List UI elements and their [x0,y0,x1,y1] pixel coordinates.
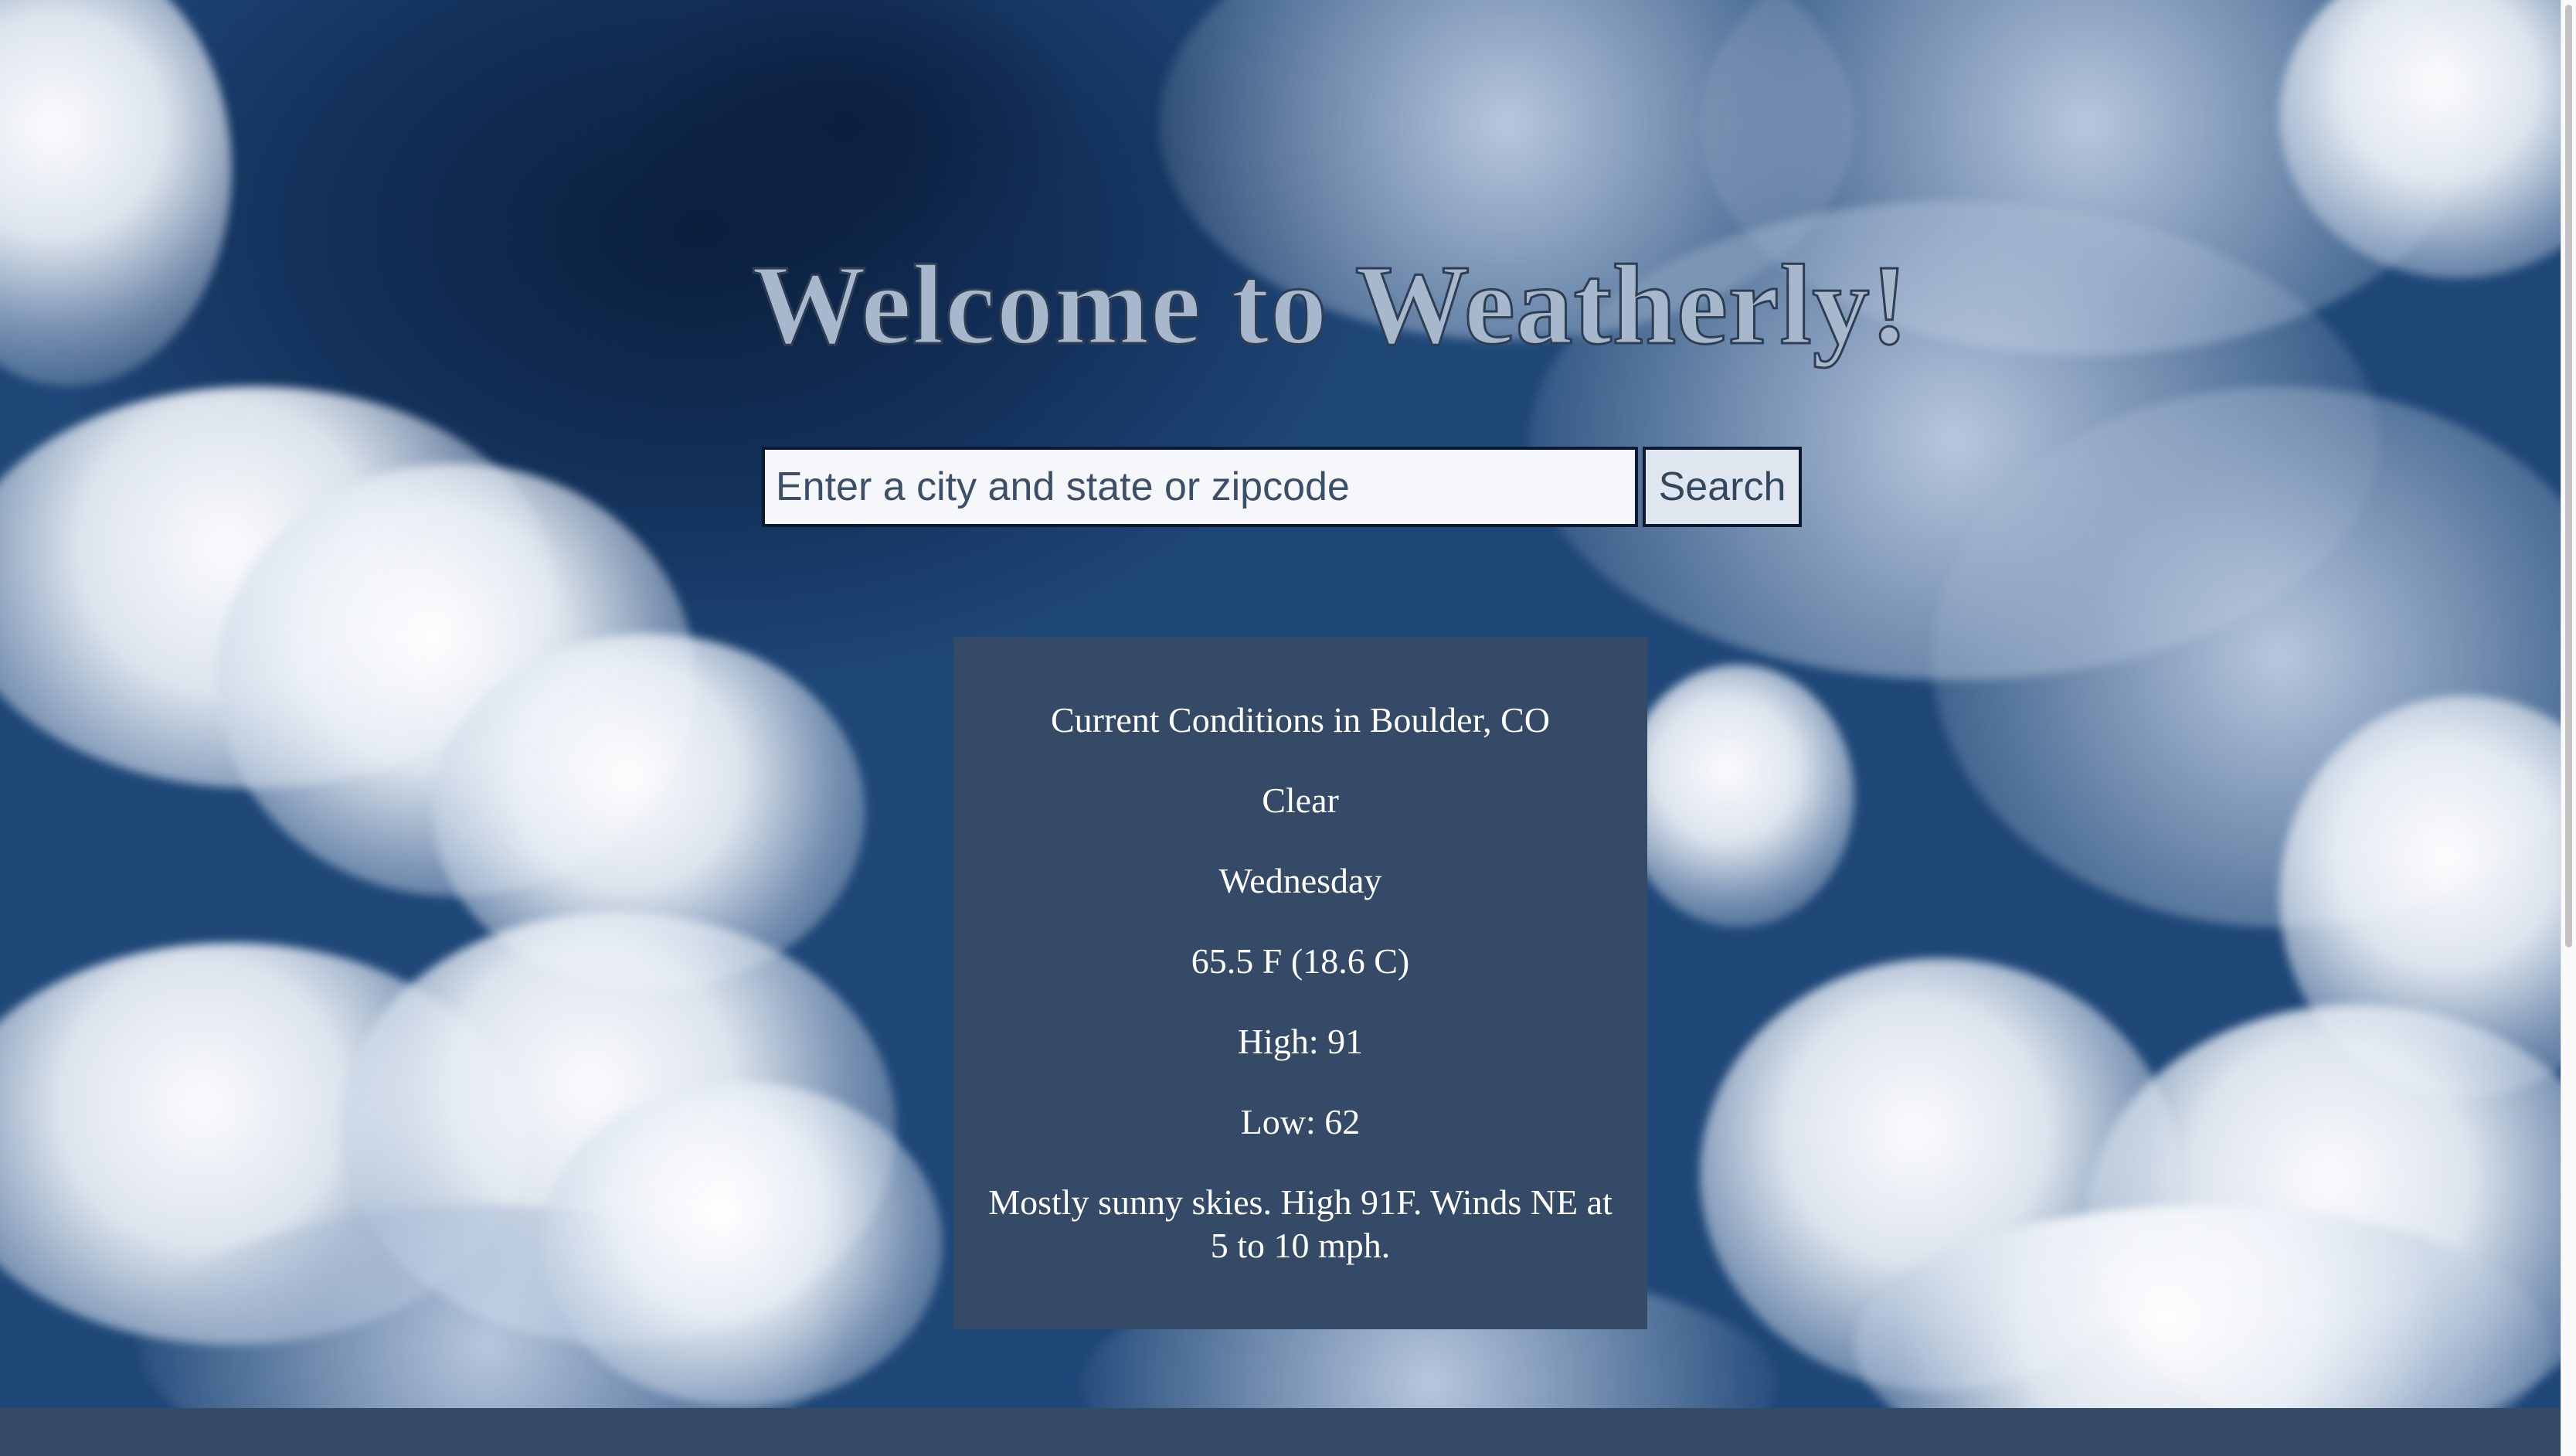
footer-bar [0,1408,2561,1456]
conditions-high: High: 91 [1237,1022,1364,1061]
scrollbar-thumb[interactable] [2565,5,2572,947]
page-scrollbar[interactable] [2561,0,2576,1456]
search-form: Search [762,447,1802,529]
page-title: Welcome to Weatherly! [751,241,1910,370]
location-search-input[interactable] [762,447,1638,527]
weatherly-page: Welcome to Weatherly! Search Current Con… [0,0,2576,1456]
conditions-summary: Clear [1262,781,1339,820]
current-conditions-card: Current Conditions in Boulder, CO Clear … [953,637,1647,1329]
conditions-low: Low: 62 [1240,1102,1361,1141]
conditions-day: Wednesday [1218,861,1382,900]
conditions-heading: Current Conditions in Boulder, CO [1051,700,1550,740]
conditions-forecast: Mostly sunny skies. High 91F. Winds NE a… [988,1182,1613,1265]
search-button[interactable]: Search [1643,447,1802,527]
conditions-temperature: 65.5 F (18.6 C) [1191,941,1410,981]
